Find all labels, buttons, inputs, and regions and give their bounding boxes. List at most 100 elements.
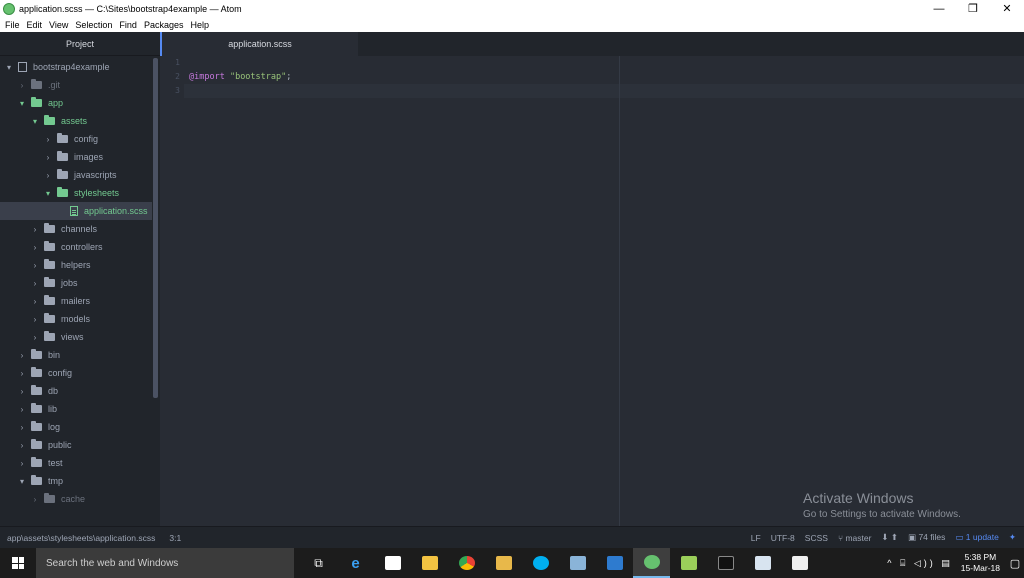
files-icon: ▣ [908,532,917,542]
tree-item-label: bootstrap4example [33,62,110,72]
clock[interactable]: 5:38 PM 15-Mar-18 [961,552,1000,574]
skype-icon[interactable] [522,548,559,578]
file-count[interactable]: ▣ 74 files [908,532,945,543]
tree-folder-item[interactable]: › public [0,436,152,454]
window-app-icon[interactable] [744,548,781,578]
minimize-button[interactable]: — [922,0,956,17]
folder-app-icon[interactable] [485,548,522,578]
atom-icon [3,2,15,15]
tree-folder-item[interactable]: › log [0,418,152,436]
grammar[interactable]: SCSS [805,533,828,543]
menu-view[interactable]: View [49,20,68,30]
store-icon[interactable] [374,548,411,578]
remote-desktop-icon[interactable] [596,548,633,578]
cursor-position[interactable]: 3:1 [169,533,181,543]
tree-folder-item[interactable]: › .git [0,76,152,94]
notification-icon[interactable]: ▢ [1006,548,1024,578]
update-indicator[interactable]: ▭ 1 update [955,532,999,543]
git-branch[interactable]: ⑂ master [838,533,871,543]
code-line-2[interactable]: @import "bootstrap"; [189,70,291,84]
chevron-icon: ▾ [19,476,24,486]
tree-file-item[interactable]: application.scss [0,202,152,220]
tree-item-label: views [61,332,84,342]
text-editor[interactable]: 1 2 3 @import "bootstrap"; [160,56,1024,526]
document-icon[interactable] [781,548,818,578]
tree-folder-item[interactable]: › config [0,364,152,382]
folder-icon [44,313,55,323]
maximize-button[interactable]: ❐ [956,0,990,17]
tree-folder-item[interactable]: › jobs [0,274,152,292]
taskbar-search[interactable]: Search the web and Windows [36,548,294,578]
chevron-icon: › [46,170,50,180]
file-count-label: 74 files [918,532,946,542]
tree-folder-item[interactable]: ▾ tmp [0,472,152,490]
folder-icon [44,223,55,233]
notes-icon[interactable] [559,548,596,578]
tree-folder-item[interactable]: › javascripts [0,166,152,184]
tray-icons[interactable]: ^ ⌸ ◁)) ▤ [887,558,953,569]
menu-selection[interactable]: Selection [75,20,112,30]
menu-edit[interactable]: Edit [27,20,43,30]
chevron-icon: › [20,80,24,90]
tree-folder-item[interactable]: › helpers [0,256,152,274]
tree-folder-item[interactable]: › db [0,382,152,400]
chevron-icon: › [33,494,37,504]
folder-icon [57,187,68,197]
image-editor-icon[interactable] [670,548,707,578]
git-fetch-icons[interactable]: ⬇ ⬆ [881,532,898,543]
chevron-icon: › [20,368,24,378]
tree-folder-item[interactable]: ▾ app [0,94,152,112]
chevron-icon: › [33,332,37,342]
menu-packages[interactable]: Packages [144,20,184,30]
folder-icon [44,241,55,251]
tree-folder-item[interactable]: › models [0,310,152,328]
menu-file[interactable]: File [5,20,20,30]
folder-icon [31,349,42,359]
tree-header[interactable]: Project [0,32,160,56]
squirrel-icon[interactable]: ✦ [1009,532,1016,543]
tree-folder-item[interactable]: ▾ stylesheets [0,184,152,202]
chevron-icon: › [20,440,24,450]
tree-folder-item[interactable]: › images [0,148,152,166]
chrome-icon[interactable] [448,548,485,578]
chevron-icon: › [33,278,37,288]
tree-folder-item[interactable]: › views [0,328,152,346]
windows-logo-icon [12,557,24,569]
terminal-icon[interactable] [707,548,744,578]
tree-folder-item[interactable]: › test [0,454,152,472]
chevron-icon: › [33,314,37,324]
tree-folder-item[interactable]: ▾ bootstrap4example [0,58,152,76]
tree-folder-item[interactable]: ▾ assets [0,112,152,130]
menu-help[interactable]: Help [190,20,209,30]
tab-application-scss[interactable]: application.scss [160,32,358,56]
tree-scrollbar[interactable] [153,58,158,398]
chevron-icon: › [20,350,24,360]
chevron-icon: › [33,260,37,270]
update-icon: ▭ [955,532,964,542]
folder-icon [44,331,55,341]
folder-icon [31,385,42,395]
file-explorer-icon[interactable] [411,548,448,578]
task-view-icon[interactable]: ⧉ [300,548,337,578]
tree-folder-item[interactable]: › controllers [0,238,152,256]
start-button[interactable] [0,548,36,578]
tree-item-label: log [48,422,61,432]
tree-folder-item[interactable]: › channels [0,220,152,238]
tree-folder-item[interactable]: › config [0,130,152,148]
encoding[interactable]: UTF-8 [771,533,795,543]
tree-folder-item[interactable]: › cache [0,490,152,508]
window-controls: — ❐ ✕ [922,0,1024,17]
close-button[interactable]: ✕ [990,0,1024,17]
tree-folder-item[interactable]: › mailers [0,292,152,310]
line-ending[interactable]: LF [751,533,761,543]
tree-item-label: jobs [61,278,78,288]
edge-icon[interactable]: e [337,548,374,578]
system-tray: ^ ⌸ ◁)) ▤ 5:38 PM 15-Mar-18 ▢ [887,548,1024,578]
title-bar: application.scss — C:\Sites\bootstrap4ex… [0,0,1024,17]
tree-folder-item[interactable]: › bin [0,346,152,364]
menu-find[interactable]: Find [119,20,137,30]
tree-folder-item[interactable]: › lib [0,400,152,418]
atom-taskbar-icon[interactable] [633,548,670,578]
chevron-icon: › [33,296,37,306]
file-path[interactable]: app\assets\stylesheets\application.scss [7,533,155,543]
